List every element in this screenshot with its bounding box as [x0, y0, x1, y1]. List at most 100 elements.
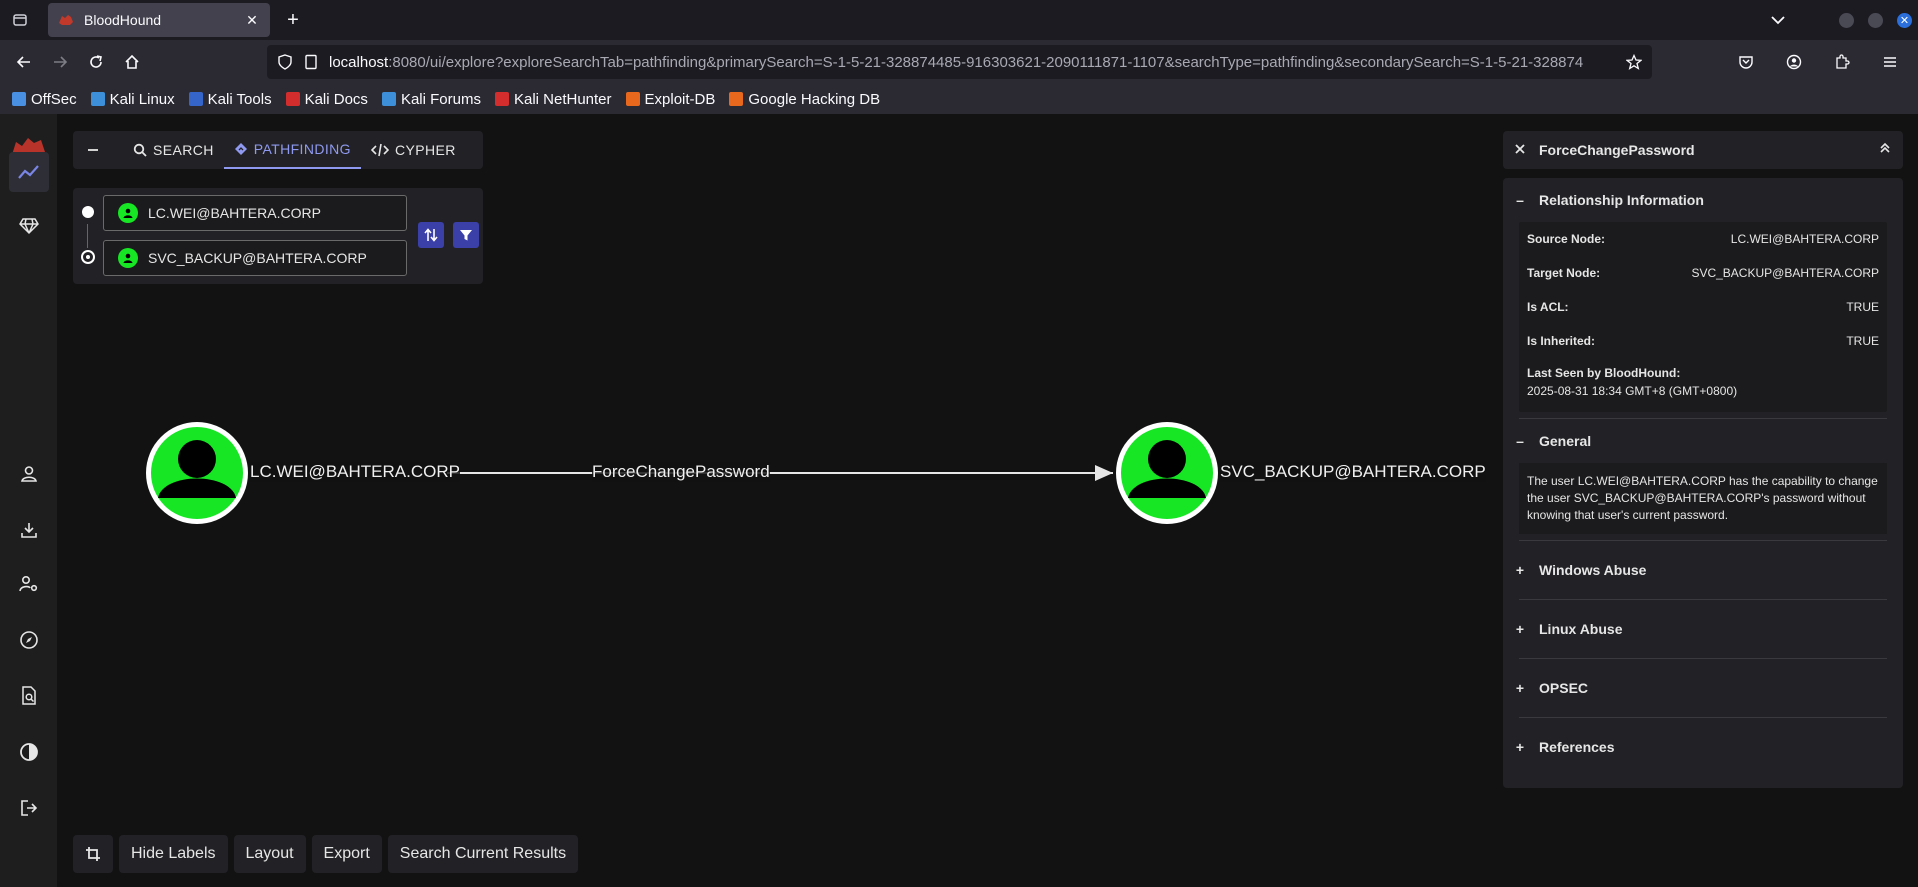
- nethunter-icon: [494, 92, 509, 106]
- browser-tab[interactable]: BloodHound ✕: [48, 3, 270, 37]
- url-bar[interactable]: localhost:8080/ui/explore?exploreSearchT…: [267, 45, 1652, 79]
- close-window-button[interactable]: ✕: [1897, 12, 1912, 28]
- user-node-icon: [118, 203, 138, 223]
- start-node-input[interactable]: LC.WEI@BAHTERA.CORP: [103, 195, 407, 231]
- user-gear-icon: [19, 575, 38, 592]
- plus-icon: +: [1515, 621, 1525, 637]
- document-search-icon: [22, 686, 36, 705]
- opsec-section-header[interactable]: + OPSEC: [1515, 659, 1891, 717]
- pocket-button[interactable]: [1728, 44, 1764, 80]
- bookmark-exploit-db[interactable]: Exploit-DB: [625, 91, 715, 108]
- kali-tools-icon: [188, 92, 203, 106]
- shield-icon[interactable]: [277, 54, 293, 70]
- arrow-right-icon: [54, 56, 68, 68]
- bookmark-google-hacking-db[interactable]: Google Hacking DB: [729, 91, 880, 108]
- bookmark-kali-docs[interactable]: Kali Docs: [285, 91, 368, 108]
- ghdb-icon: [729, 92, 744, 106]
- code-icon: [370, 143, 389, 157]
- path-connector: [87, 224, 88, 248]
- source-node-value[interactable]: LC.WEI@BAHTERA.CORP: [1731, 232, 1879, 246]
- search-docs-nav-button[interactable]: [9, 676, 49, 716]
- bookmark-offsec[interactable]: OffSec: [12, 91, 77, 108]
- left-sidebar: [0, 114, 57, 887]
- tab-list-button[interactable]: [0, 0, 40, 40]
- url-text[interactable]: localhost:8080/ui/explore?exploreSearchT…: [329, 54, 1616, 71]
- kali-docs-icon: [285, 92, 300, 106]
- edge-label[interactable]: ForceChangePassword: [592, 462, 770, 482]
- general-description: The user LC.WEI@BAHTERA.CORP has the cap…: [1519, 463, 1887, 534]
- plus-icon: +: [1515, 680, 1525, 696]
- bookmark-kali-linux[interactable]: Kali Linux: [90, 91, 175, 108]
- pathfinding-panel: LC.WEI@BAHTERA.CORP SVC_BACKUP@BAHTERA.C…: [73, 188, 483, 284]
- diamond-gem-icon: [19, 218, 39, 235]
- user-profile-nav-button[interactable]: [9, 454, 49, 494]
- bookmark-kali-tools[interactable]: Kali Tools: [188, 91, 272, 108]
- offsec-icon: [12, 92, 26, 106]
- source-user-node[interactable]: [146, 422, 248, 524]
- extensions-button[interactable]: [1824, 44, 1860, 80]
- plus-icon: +: [1515, 562, 1525, 578]
- contrast-icon: [20, 743, 38, 761]
- back-button[interactable]: [6, 44, 42, 80]
- new-tab-button[interactable]: +: [276, 3, 310, 37]
- tab-close-icon[interactable]: ✕: [244, 12, 260, 28]
- target-node-value[interactable]: SVC_BACKUP@BAHTERA.CORP: [1691, 266, 1879, 280]
- home-button[interactable]: [114, 44, 150, 80]
- download-collectors-nav-button[interactable]: [9, 510, 49, 550]
- bookmark-kali-nethunter[interactable]: Kali NetHunter: [494, 91, 612, 108]
- target-node-label[interactable]: SVC_BACKUP@BAHTERA.CORP: [1220, 462, 1486, 482]
- menu-button[interactable]: [1872, 44, 1908, 80]
- theme-toggle-nav-button[interactable]: [9, 732, 49, 772]
- windows-abuse-section-header[interactable]: + Windows Abuse: [1515, 541, 1891, 599]
- layout-button[interactable]: Layout: [233, 835, 306, 873]
- relationship-info-section-header[interactable]: – Relationship Information: [1515, 178, 1891, 222]
- page-icon[interactable]: [303, 54, 319, 70]
- target-user-node[interactable]: [1116, 422, 1218, 524]
- destination-node-input[interactable]: SVC_BACKUP@BAHTERA.CORP: [103, 240, 407, 276]
- bookmark-star-icon[interactable]: [1626, 54, 1642, 70]
- entity-panel-header: ForceChangePassword: [1503, 131, 1903, 169]
- reload-icon: [90, 55, 102, 68]
- edge-filter-button[interactable]: [453, 222, 479, 248]
- tab-search[interactable]: SEARCH: [123, 131, 224, 169]
- reload-button[interactable]: [78, 44, 114, 80]
- account-button[interactable]: [1776, 44, 1812, 80]
- tab-overflow-chevron-icon[interactable]: [1771, 12, 1785, 28]
- hide-labels-button[interactable]: Hide Labels: [119, 835, 228, 873]
- group-management-nav-button[interactable]: [9, 206, 49, 246]
- property-row: Is ACL: TRUE: [1527, 300, 1879, 314]
- hamburger-menu-icon: [1884, 57, 1896, 67]
- property-row: Last Seen by BloodHound: 2025-08-31 18:3…: [1527, 366, 1738, 398]
- forward-button[interactable]: [42, 44, 78, 80]
- bookmarks-bar: OffSec Kali Linux Kali Tools Kali Docs K…: [0, 84, 1918, 114]
- explore-nav-button[interactable]: [9, 152, 49, 192]
- tab-pathfinding[interactable]: PATHFINDING: [223, 131, 361, 169]
- panel-title: ForceChangePassword: [1539, 142, 1695, 158]
- tab-cypher[interactable]: CYPHER: [361, 131, 466, 169]
- bookmark-kali-forums[interactable]: Kali Forums: [381, 91, 481, 108]
- entity-info-panel: – Relationship Information Source Node: …: [1503, 178, 1903, 788]
- search-current-results-button[interactable]: Search Current Results: [387, 835, 579, 873]
- download-icon: [21, 523, 37, 538]
- maximize-window-button[interactable]: [1868, 12, 1883, 28]
- swap-nodes-button[interactable]: [418, 222, 444, 248]
- source-node-label[interactable]: LC.WEI@BAHTERA.CORP: [250, 462, 460, 482]
- api-explorer-nav-button[interactable]: [9, 620, 49, 660]
- collapse-panel-chevrons-icon[interactable]: [1879, 141, 1891, 159]
- linux-abuse-section-header[interactable]: + Linux Abuse: [1515, 600, 1891, 658]
- administration-nav-button[interactable]: [9, 564, 49, 604]
- minimize-window-button[interactable]: [1839, 12, 1854, 28]
- general-section-header[interactable]: – General: [1515, 419, 1891, 463]
- home-icon: [125, 54, 139, 69]
- logout-nav-button[interactable]: [9, 788, 49, 828]
- destination-node-marker-icon: [81, 250, 95, 264]
- kali-dragon-icon: [90, 92, 105, 106]
- collapse-search-button[interactable]: [73, 148, 113, 152]
- property-row: Is Inherited: TRUE: [1527, 334, 1879, 348]
- references-section-header[interactable]: + References: [1515, 718, 1891, 776]
- export-button[interactable]: Export: [311, 835, 382, 873]
- crop-view-button[interactable]: [73, 835, 113, 873]
- close-panel-icon[interactable]: [1515, 141, 1525, 159]
- graph-toolbar: Hide Labels Layout Export Search Current…: [73, 835, 579, 873]
- minus-icon: –: [1516, 433, 1524, 449]
